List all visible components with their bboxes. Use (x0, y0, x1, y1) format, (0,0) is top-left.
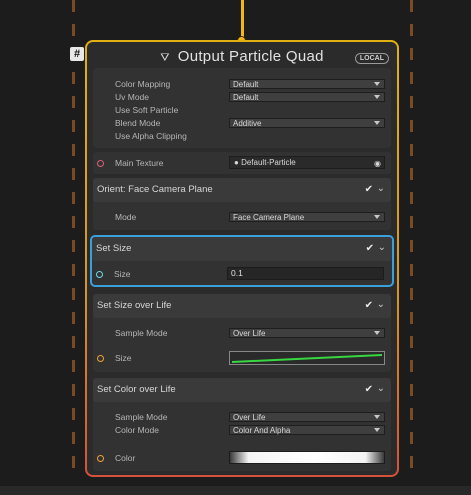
chevron-down-icon[interactable]: ⌄ (378, 242, 386, 253)
main-texture-value: Default-Particle (241, 158, 296, 167)
output-particle-quad-node[interactable]: ⛛ Output Particle Quad LOCAL Color Mappin… (85, 40, 399, 477)
flow-link (241, 0, 244, 40)
dropdown-arrow-icon (374, 415, 380, 419)
size-input[interactable]: 0.1 (227, 267, 384, 280)
dropdown-arrow-icon (374, 331, 380, 335)
graph-rail-left (72, 0, 75, 478)
set-size-header[interactable]: Set Size ✔ ⌄ (92, 237, 392, 261)
chevron-down-icon[interactable]: ⌄ (377, 383, 385, 394)
dropdown-arrow-icon (374, 215, 380, 219)
enable-checkbox-icon[interactable]: ✔ (365, 300, 373, 311)
size-over-life-header[interactable]: Set Size over Life ✔ ⌄ (93, 294, 391, 318)
set-size-title: Set Size (96, 243, 132, 254)
color-sample-mode-dropdown[interactable]: Over Life (229, 412, 385, 422)
size-curve-field[interactable] (229, 351, 385, 365)
enable-checkbox-icon[interactable]: ✔ (366, 243, 374, 254)
blend-mode-dropdown[interactable]: Additive (229, 118, 385, 128)
color-over-life-header[interactable]: Set Color over Life ✔ ⌄ (93, 378, 391, 402)
size-over-life-title: Set Size over Life (97, 300, 172, 311)
main-texture-field[interactable]: ● Default-Particle ◉ (229, 156, 385, 169)
main-texture-label: Main Texture (115, 158, 164, 168)
blend-mode-value: Additive (233, 119, 262, 128)
orient-mode-dropdown[interactable]: Face Camera Plane (229, 212, 385, 222)
output-settings-panel: Color Mapping Default Uv Mode Default Us… (93, 68, 391, 148)
orient-mode-value: Face Camera Plane (233, 213, 305, 222)
dropdown-arrow-icon (374, 428, 380, 432)
hash-icon[interactable]: # (70, 47, 84, 61)
color-mapping-dropdown[interactable]: Default (229, 79, 385, 89)
uv-mode-dropdown[interactable]: Default (229, 92, 385, 102)
orient-block: Orient: Face Camera Plane ✔ ⌄ Mode Face … (93, 178, 391, 230)
node-title: ⛛ Output Particle Quad (87, 48, 397, 65)
size-sample-mode-value: Over Life (233, 329, 266, 338)
set-size-block[interactable]: Set Size ✔ ⌄ Size 0.1 (90, 235, 394, 287)
color-sample-mode-value: Over Life (233, 413, 266, 422)
color-over-life-title: Set Color over Life (97, 384, 176, 395)
dropdown-arrow-icon (374, 95, 380, 99)
dropdown-arrow-icon (374, 82, 380, 86)
chevron-down-icon[interactable]: ⌄ (377, 183, 385, 194)
color-port[interactable] (97, 455, 104, 462)
size-label: Size (114, 269, 131, 279)
orient-block-title: Orient: Face Camera Plane (97, 184, 213, 195)
soft-particle-label: Use Soft Particle (115, 105, 179, 115)
uv-mode-value: Default (233, 93, 259, 102)
size-curve-port[interactable] (97, 355, 104, 362)
color-gradient-field[interactable] (229, 451, 385, 464)
color-over-life-block: Set Color over Life ✔ ⌄ Sample Mode Over… (93, 378, 391, 471)
size-curve-label: Size (115, 353, 132, 363)
enable-checkbox-icon[interactable]: ✔ (365, 184, 373, 195)
enable-checkbox-icon[interactable]: ✔ (365, 384, 373, 395)
dropdown-arrow-icon (374, 121, 380, 125)
bottom-bar (0, 486, 471, 495)
local-badge[interactable]: LOCAL (354, 53, 389, 64)
color-mode-value: Color And Alpha (233, 426, 291, 435)
chevron-down-icon[interactable]: ⌄ (377, 299, 385, 310)
target-icon[interactable]: ◉ (374, 158, 381, 169)
size-sample-mode-dropdown[interactable]: Over Life (229, 328, 385, 338)
particle-icon: ⛛ (160, 52, 170, 64)
color-label: Color (115, 453, 136, 463)
size-over-life-block: Set Size over Life ✔ ⌄ Sample Mode Over … (93, 294, 391, 372)
color-mode-dropdown[interactable]: Color And Alpha (229, 425, 385, 435)
graph-rail-right (410, 0, 413, 478)
texture-port[interactable] (97, 160, 104, 167)
alpha-clipping-label: Use Alpha Clipping (115, 131, 187, 141)
main-texture-row: Main Texture ● Default-Particle ◉ (93, 152, 391, 174)
node-title-text: Output Particle Quad (177, 48, 324, 65)
size-curve (231, 354, 383, 363)
color-mapping-value: Default (233, 80, 259, 89)
size-port[interactable] (96, 271, 103, 278)
orient-block-header[interactable]: Orient: Face Camera Plane ✔ ⌄ (93, 178, 391, 202)
